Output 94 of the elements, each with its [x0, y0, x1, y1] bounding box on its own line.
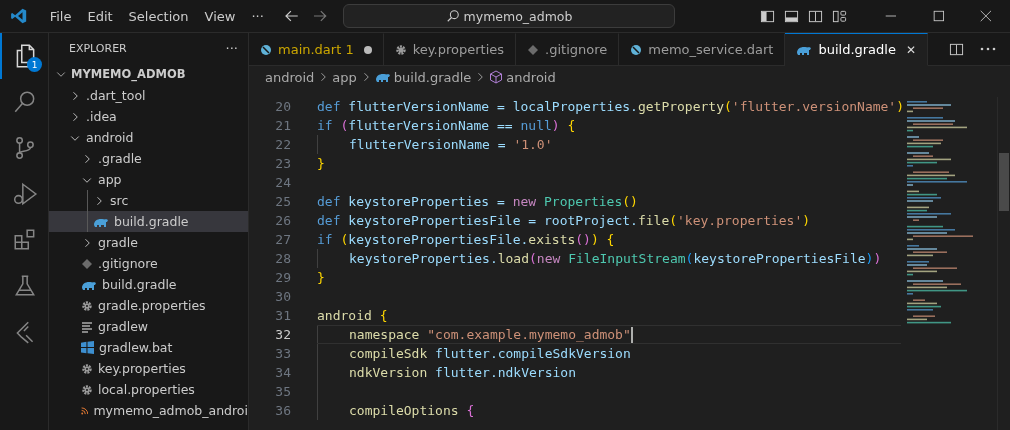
file-tree-item[interactable]: app	[49, 169, 248, 190]
file-tree-item[interactable]: android	[49, 127, 248, 148]
explorer-title: EXPLORER	[69, 41, 127, 55]
close-icon[interactable]	[979, 9, 993, 23]
line-number: 33	[274, 346, 291, 361]
feed-icon	[81, 404, 89, 417]
gear-icon	[81, 362, 93, 375]
search-icon	[445, 9, 460, 23]
line-number: 27	[274, 232, 291, 247]
file-tree-item[interactable]: .idea	[49, 106, 248, 127]
command-center-search[interactable]: mymemo_admob	[343, 4, 675, 28]
file-tree-item[interactable]: mymemo_admob_androi	[49, 400, 248, 421]
file-tree-item[interactable]: gradle	[49, 232, 248, 253]
file-tree-item[interactable]: gradle.properties	[49, 295, 248, 316]
windows-icon	[81, 341, 94, 354]
menu-item[interactable]: File	[41, 8, 80, 24]
breadcrumb-item[interactable]: build.gradle	[374, 69, 472, 85]
file-tree-item[interactable]: gradlew	[49, 316, 248, 337]
code-line: compileOptions {	[349, 403, 475, 418]
customize-layout-icon[interactable]	[831, 8, 847, 24]
code-line: if (flutterVersionName == null) {	[317, 118, 576, 133]
code-line: if (keystorePropertiesFile.exists()) {	[317, 232, 615, 247]
back-arrow-icon[interactable]	[283, 8, 300, 24]
file-tree-item[interactable]: .dart_tool	[49, 85, 248, 106]
line-number: 24	[274, 175, 291, 190]
code-line: def keystorePropertiesFile = rootProject.file('key.properties')	[317, 213, 811, 228]
code-line: }	[317, 270, 325, 285]
menu-item[interactable]: ···	[243, 8, 272, 24]
dart-icon	[630, 43, 643, 56]
line-number: 32	[274, 327, 291, 342]
notification-badge: 1	[27, 57, 42, 72]
code-line: def keystoreProperties = new Properties()	[317, 194, 638, 209]
forward-arrow-icon[interactable]	[311, 8, 328, 24]
line-number: 36	[274, 403, 291, 418]
breadcrumb-item[interactable]: app	[332, 69, 357, 85]
dart-icon	[260, 43, 272, 56]
menu-item[interactable]: Edit	[79, 8, 121, 24]
unsaved-dot-icon[interactable]	[363, 45, 372, 54]
code-line: flutterVersionName = '1.0'	[349, 137, 553, 152]
file-tree-item[interactable]: .gitignore	[49, 253, 248, 274]
text-lines-icon	[81, 320, 93, 333]
more-actions-button[interactable]: ···	[225, 40, 238, 56]
editor-tab[interactable]: main.dart 1	[249, 33, 384, 66]
line-number: 35	[274, 384, 291, 399]
breadcrumb-item[interactable]: android	[489, 69, 556, 85]
editor-tab[interactable]: key.properties	[383, 33, 517, 66]
file-tree-item[interactable]: build.gradle	[49, 211, 248, 232]
line-number: 31	[274, 308, 291, 323]
code-line: def flutterVersionName = localProperties.getProperty('flutter.versionName')	[317, 99, 905, 114]
line-number: 34	[274, 365, 291, 380]
line-number: 25	[274, 194, 291, 209]
elephant-icon	[374, 71, 391, 83]
toggle-sidebar-icon[interactable]	[759, 8, 775, 24]
code-line: }	[317, 156, 325, 171]
breadcrumb-item[interactable]: android	[265, 69, 315, 85]
file-tree-item[interactable]: .gradle	[49, 148, 248, 169]
editor-tab[interactable]: .gitignore	[516, 33, 620, 66]
close-tab-button[interactable]: ✕	[905, 42, 916, 57]
line-number: 23	[274, 156, 291, 171]
line-number: 29	[274, 270, 291, 285]
editor-tab[interactable]: build.gradle ✕	[785, 33, 928, 66]
line-number: 26	[274, 213, 291, 228]
diamond-icon	[527, 43, 540, 56]
text-cursor	[630, 326, 633, 343]
file-tree-item[interactable]: local.properties	[49, 379, 248, 400]
code-line: keystoreProperties.load(new FileInputStream(keystorePropertiesFile))	[349, 251, 882, 266]
code-line: compileSdk flutter.compileSdkVersion	[349, 346, 631, 361]
workspace-folder[interactable]: MYMEMO_ADMOB	[49, 63, 248, 85]
menu-item[interactable]: View	[196, 8, 244, 24]
vscode-logo-icon	[10, 7, 28, 25]
file-tree-item[interactable]: key.properties	[49, 358, 248, 379]
maximize-icon[interactable]	[931, 9, 946, 23]
split-layout-icon[interactable]	[807, 8, 823, 24]
cube-icon	[489, 70, 504, 84]
more-actions-icon[interactable]	[980, 47, 996, 51]
line-number: 28	[274, 251, 291, 266]
code-line: android {	[317, 308, 388, 323]
code-line: namespace "com.example.mymemo_admob"	[349, 327, 631, 342]
file-tree-item[interactable]: gradlew.bat	[49, 337, 248, 358]
diamond-icon	[81, 257, 93, 270]
file-tree-item[interactable]: build.gradle	[49, 274, 248, 295]
gear-icon	[81, 299, 93, 312]
split-editor-icon[interactable]	[949, 41, 964, 57]
gear-icon	[394, 43, 407, 56]
code-line: ndkVersion flutter.ndkVersion	[349, 365, 576, 380]
line-number: 30	[274, 289, 291, 304]
gear-icon	[81, 383, 93, 396]
line-number: 21	[274, 118, 291, 133]
toggle-panel-icon[interactable]	[783, 8, 799, 24]
line-number: 20	[274, 99, 291, 114]
scrollbar-thumb[interactable]	[999, 153, 1009, 211]
run-debug-icon	[12, 181, 38, 207]
menu-item[interactable]: Selection	[120, 8, 197, 24]
line-number: 22	[274, 137, 291, 152]
